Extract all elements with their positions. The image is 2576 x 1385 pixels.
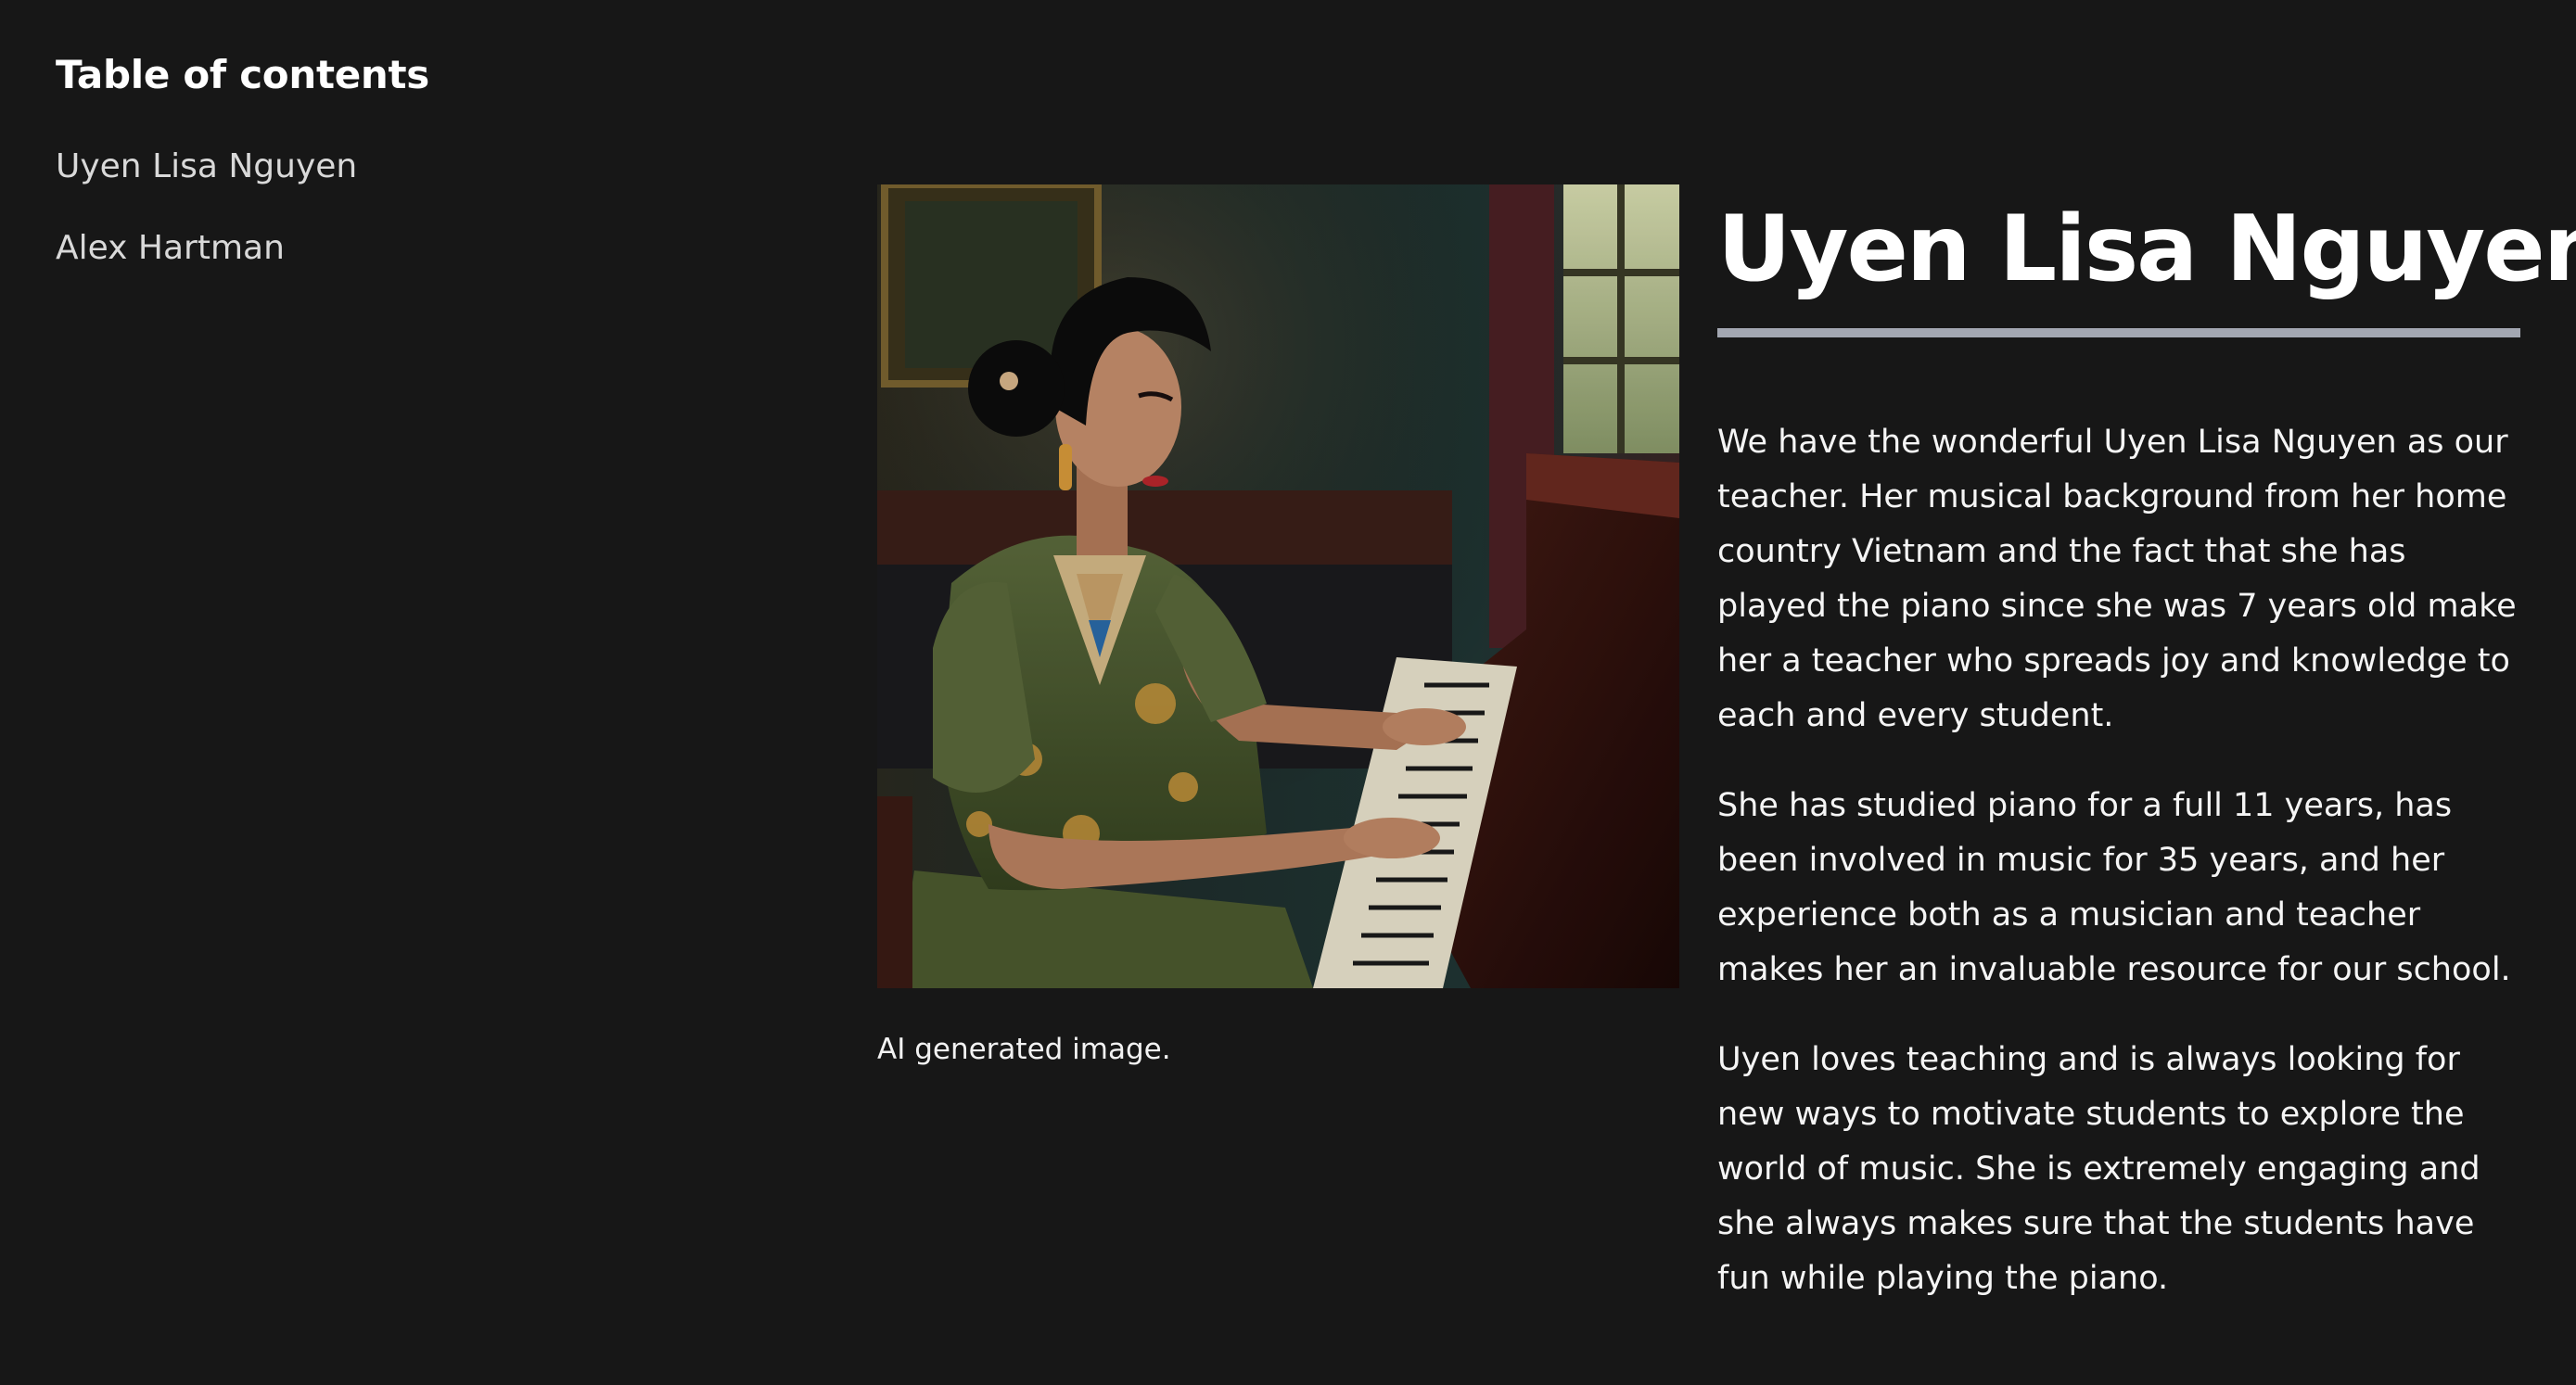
- teacher-figure: AI generated image.: [877, 184, 1679, 1070]
- toc-list: Uyen Lisa Nguyen Alex Hartman: [56, 137, 705, 278]
- teacher-portrait-image: [877, 184, 1679, 988]
- table-of-contents: Table of contents Uyen Lisa Nguyen Alex …: [56, 44, 705, 300]
- teacher-article: Uyen Lisa Nguyen We have the wonderful U…: [1717, 197, 2576, 1341]
- image-caption: AI generated image.: [877, 1033, 1171, 1066]
- page-title: Uyen Lisa Nguyen: [1717, 197, 2576, 302]
- toc-item: Alex Hartman: [56, 219, 705, 278]
- page: Table of contents Uyen Lisa Nguyen Alex …: [0, 0, 2576, 1385]
- heading-underline: Uyen Lisa Nguyen: [1717, 197, 2576, 337]
- article-body: We have the wonderful Uyen Lisa Nguyen a…: [1717, 415, 2520, 1306]
- article-paragraph: We have the wonderful Uyen Lisa Nguyen a…: [1717, 424, 2517, 734]
- page-title-text: Uyen Lisa Nguyen: [1717, 197, 2576, 302]
- toc-link-alex-hartman[interactable]: Alex Hartman: [56, 219, 285, 278]
- article-paragraph: She has studied piano for a full 11 year…: [1717, 787, 2511, 988]
- toc-link-uyen-lisa-nguyen[interactable]: Uyen Lisa Nguyen: [56, 137, 357, 197]
- toc-title: Table of contents: [56, 52, 429, 97]
- toc-item: Uyen Lisa Nguyen: [56, 137, 705, 197]
- article-paragraph: Uyen loves teaching and is always lookin…: [1717, 1041, 2480, 1297]
